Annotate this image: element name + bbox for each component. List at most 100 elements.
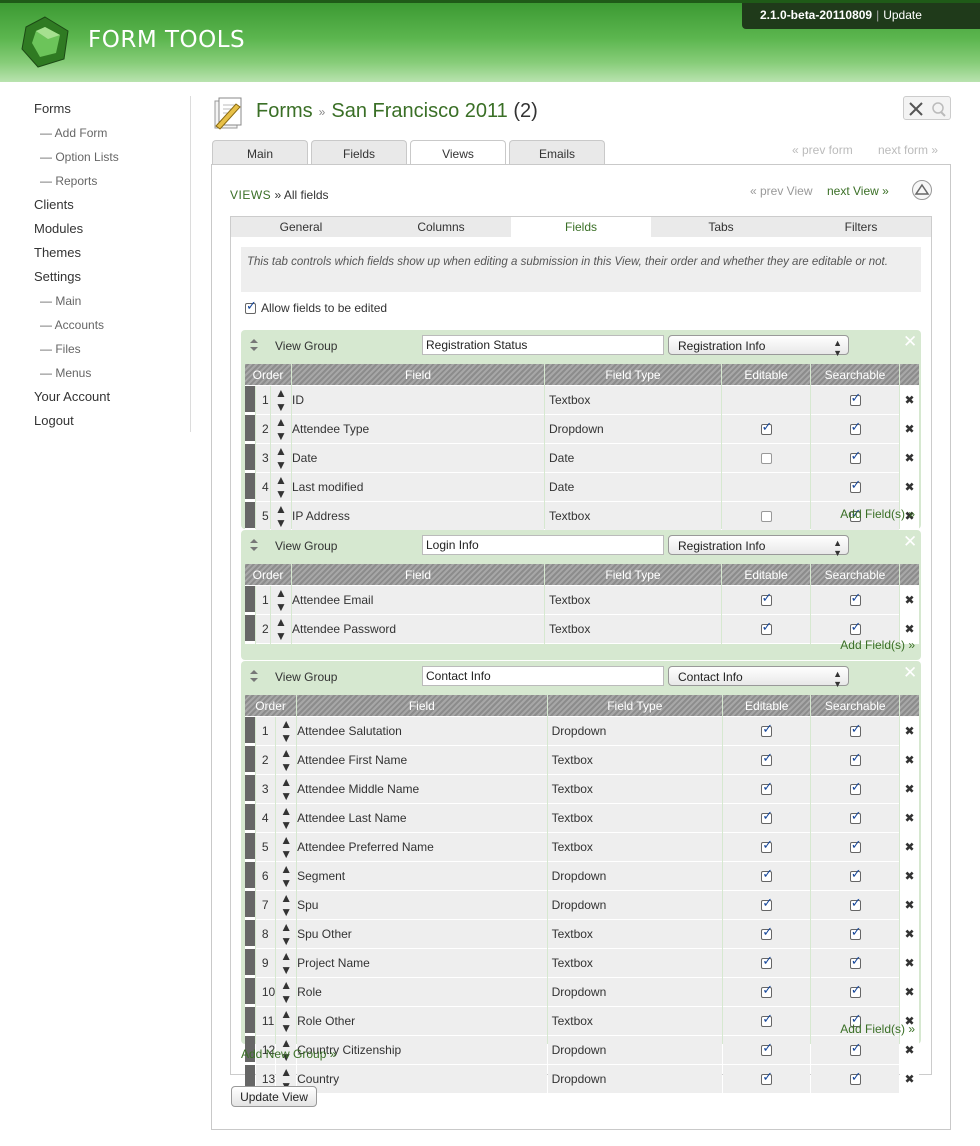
nav-clients[interactable]: Clients: [34, 197, 74, 212]
tab-tabs[interactable]: Tabs: [651, 217, 791, 237]
group-name-input[interactable]: Login Info: [422, 535, 664, 555]
row-drag-handle[interactable]: [245, 804, 255, 833]
row-drag-handle[interactable]: [245, 978, 255, 1007]
tab-view-fields[interactable]: Fields: [511, 217, 651, 237]
searchable-checkbox[interactable]: [849, 866, 862, 883]
delete-group-icon[interactable]: ✕: [903, 533, 917, 550]
delete-row-icon[interactable]: ✖: [900, 717, 919, 746]
editable-checkbox[interactable]: [761, 1069, 773, 1086]
editable-checkbox[interactable]: [761, 866, 773, 883]
delete-row-icon[interactable]: ✖: [900, 473, 919, 502]
row-drag-handle[interactable]: [245, 746, 255, 775]
editable-checkbox[interactable]: [761, 837, 773, 854]
row-drag-handle[interactable]: [245, 444, 255, 473]
searchable-checkbox[interactable]: [849, 750, 862, 767]
tab-views[interactable]: Views: [410, 140, 506, 165]
row-drag-handle[interactable]: [245, 833, 255, 862]
delete-row-icon[interactable]: ✖: [900, 775, 919, 804]
add-fields-link[interactable]: Add Field(s) »: [840, 507, 915, 521]
row-sort-arrows-icon[interactable]: ▲▼: [271, 615, 291, 644]
searchable-checkbox[interactable]: [849, 1069, 862, 1086]
row-sort-arrows-icon[interactable]: ▲▼: [276, 978, 297, 1007]
scroll-up-icon[interactable]: [912, 180, 932, 200]
nav-logout[interactable]: Logout: [34, 413, 74, 428]
nav-settings-main[interactable]: — Main: [40, 294, 81, 308]
update-link[interactable]: Update: [883, 8, 922, 22]
searchable-checkbox[interactable]: [849, 837, 862, 854]
prev-form-link[interactable]: « prev form: [792, 143, 853, 157]
row-drag-handle[interactable]: [245, 386, 255, 415]
delete-row-icon[interactable]: ✖: [900, 978, 919, 1007]
editable-checkbox[interactable]: [761, 982, 773, 999]
group-name-input[interactable]: Contact Info: [422, 666, 664, 686]
searchable-checkbox[interactable]: [849, 619, 861, 636]
row-drag-handle[interactable]: [245, 920, 255, 949]
tab-emails[interactable]: Emails: [509, 140, 605, 164]
editable-checkbox[interactable]: [760, 453, 772, 465]
delete-row-icon[interactable]: ✖: [900, 833, 919, 862]
delete-row-icon[interactable]: ✖: [900, 746, 919, 775]
tab-general[interactable]: General: [231, 217, 371, 237]
searchable-checkbox[interactable]: [849, 477, 861, 494]
nav-settings[interactable]: Settings: [34, 269, 81, 284]
nav-themes[interactable]: Themes: [34, 245, 81, 260]
row-sort-arrows-icon[interactable]: ▲▼: [276, 717, 297, 746]
next-view-link[interactable]: next View »: [827, 184, 889, 198]
row-sort-arrows-icon[interactable]: ▲▼: [271, 415, 291, 444]
editable-checkbox[interactable]: [761, 953, 773, 970]
row-sort-arrows-icon[interactable]: ▲▼: [276, 949, 297, 978]
row-sort-arrows-icon[interactable]: ▲▼: [276, 920, 297, 949]
add-fields-link[interactable]: Add Field(s) »: [840, 1022, 915, 1036]
row-drag-handle[interactable]: [245, 415, 255, 444]
editable-checkbox[interactable]: [761, 808, 773, 825]
row-drag-handle[interactable]: [245, 473, 255, 502]
page-section[interactable]: Forms: [256, 100, 313, 122]
nav-settings-menus[interactable]: — Menus: [40, 366, 91, 380]
delete-row-icon[interactable]: ✖: [900, 1065, 919, 1094]
row-sort-arrows-icon[interactable]: ▲▼: [276, 775, 297, 804]
row-drag-handle[interactable]: [245, 775, 255, 804]
editable-checkbox[interactable]: [760, 619, 772, 636]
row-sort-arrows-icon[interactable]: ▲▼: [271, 502, 291, 531]
searchable-checkbox[interactable]: [849, 1040, 862, 1057]
delete-row-icon[interactable]: ✖: [900, 862, 919, 891]
row-drag-handle[interactable]: [245, 615, 255, 644]
searchable-checkbox[interactable]: [849, 721, 862, 738]
row-sort-arrows-icon[interactable]: ▲▼: [271, 473, 291, 502]
row-sort-arrows-icon[interactable]: ▲▼: [271, 586, 291, 615]
delete-row-icon[interactable]: ✖: [900, 949, 919, 978]
row-sort-arrows-icon[interactable]: ▲▼: [276, 891, 297, 920]
group-sort-handle-icon[interactable]: [249, 338, 259, 352]
row-drag-handle[interactable]: [245, 949, 255, 978]
searchable-checkbox[interactable]: [849, 448, 861, 465]
row-sort-arrows-icon[interactable]: ▲▼: [276, 1007, 297, 1036]
group-tab-select[interactable]: Registration Info ▲ ▼: [668, 535, 849, 558]
editable-checkbox[interactable]: [761, 750, 773, 767]
group-tab-select[interactable]: Contact Info ▲ ▼: [668, 666, 849, 689]
nav-add-form[interactable]: — Add Form: [40, 126, 107, 140]
delete-row-icon[interactable]: ✖: [900, 1036, 919, 1065]
searchable-checkbox[interactable]: [849, 390, 861, 407]
group-sort-handle-icon[interactable]: [249, 538, 259, 552]
row-drag-handle[interactable]: [245, 586, 255, 615]
nav-modules[interactable]: Modules: [34, 221, 83, 236]
delete-row-icon[interactable]: ✖: [900, 586, 919, 615]
row-drag-handle[interactable]: [245, 1007, 255, 1036]
delete-group-icon[interactable]: ✕: [903, 333, 917, 350]
tab-fields[interactable]: Fields: [311, 140, 407, 164]
row-sort-arrows-icon[interactable]: ▲▼: [271, 444, 291, 473]
group-tab-select[interactable]: Registration Info ▲ ▼: [668, 335, 849, 358]
group-name-input[interactable]: Registration Status: [422, 335, 664, 355]
delete-row-icon[interactable]: ✖: [900, 415, 919, 444]
delete-row-icon[interactable]: ✖: [900, 804, 919, 833]
next-form-link[interactable]: next form »: [878, 143, 938, 157]
delete-row-icon[interactable]: ✖: [900, 891, 919, 920]
editable-checkbox[interactable]: [761, 1011, 773, 1028]
row-sort-arrows-icon[interactable]: ▲▼: [276, 746, 297, 775]
editable-checkbox[interactable]: [760, 419, 772, 436]
delete-row-icon[interactable]: ✖: [900, 444, 919, 473]
group-sort-handle-icon[interactable]: [249, 669, 259, 683]
delete-row-icon[interactable]: ✖: [900, 386, 919, 415]
nav-reports[interactable]: — Reports: [40, 174, 97, 188]
row-drag-handle[interactable]: [245, 891, 255, 920]
